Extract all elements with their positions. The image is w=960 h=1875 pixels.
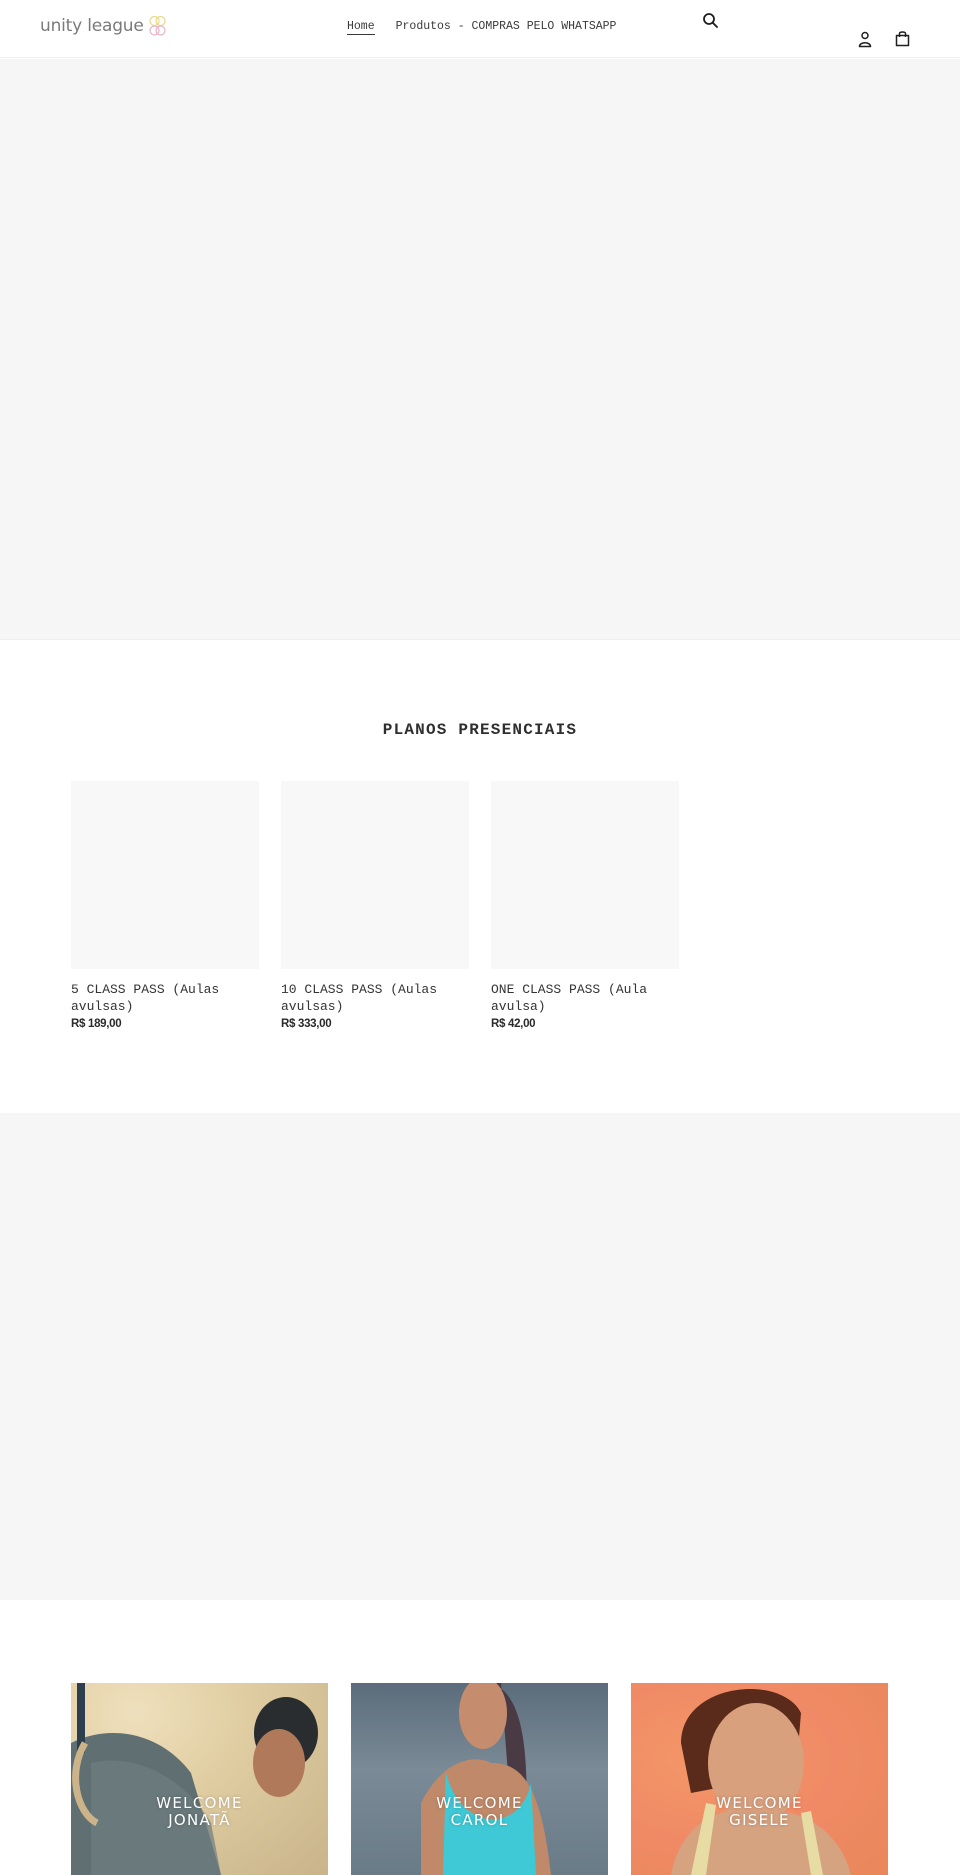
account-button[interactable] [857, 31, 873, 48]
product-card[interactable]: 10 CLASS PASS (Aulas avulsas) R$ 333,00 [281, 781, 469, 1030]
product-title: 10 CLASS PASS (Aulas avulsas) [281, 982, 438, 1014]
tile-caption: WELCOME JONATÃ [71, 1795, 328, 1829]
product-title: ONE CLASS PASS (Aula avulsa) [491, 982, 648, 1014]
product-image-placeholder [281, 781, 469, 969]
tile-caption-line2: CAROL [450, 1811, 509, 1829]
image-banner-placeholder [0, 1113, 960, 1600]
tile-illustration [351, 1683, 608, 1875]
nav-produtos-whatsapp[interactable]: Produtos - COMPRAS PELO WHATSAPP [396, 20, 617, 35]
tile-illustration [631, 1683, 888, 1875]
collection-title: PLANOS PRESENCIAIS [382, 721, 578, 739]
cart-icon [895, 31, 910, 47]
hero-slideshow-placeholder [0, 59, 960, 640]
product-card[interactable]: 5 CLASS PASS (Aulas avulsas) R$ 189,00 [71, 781, 259, 1030]
tile-caption-line2: JONATÃ [168, 1811, 231, 1829]
search-button[interactable] [702, 12, 720, 30]
tile-caption: WELCOME GISELE [631, 1795, 888, 1829]
tile-caption-line1: WELCOME [436, 1794, 523, 1812]
account-icon [858, 31, 872, 48]
search-icon [703, 13, 718, 28]
logo-text: unity league [40, 16, 144, 36]
tile-caption-line1: WELCOME [156, 1794, 243, 1812]
site-header: unity league Home Produtos - COMPRAS PEL… [0, 0, 960, 58]
product-card[interactable]: ONE CLASS PASS (Aula avulsa) R$ 42,00 [491, 781, 679, 1030]
product-price: R$ 42,00 [491, 1018, 536, 1030]
logo-rings-icon [149, 15, 166, 36]
gallery-tile-carol[interactable]: WELCOME CAROL [351, 1683, 608, 1875]
product-price: R$ 189,00 [71, 1018, 122, 1030]
product-image-placeholder [491, 781, 679, 969]
tile-caption: WELCOME CAROL [351, 1795, 608, 1829]
tile-caption-line2: GISELE [729, 1811, 790, 1829]
main-nav: Home Produtos - COMPRAS PELO WHATSAPP [347, 20, 616, 35]
product-title: 5 CLASS PASS (Aulas avulsas) [71, 982, 220, 1014]
tile-illustration [71, 1683, 328, 1875]
product-price: R$ 333,00 [281, 1018, 332, 1030]
product-image-placeholder [71, 781, 259, 969]
gallery-tile-gisele[interactable]: WELCOME GISELE [631, 1683, 888, 1875]
tile-caption-line1: WELCOME [716, 1794, 803, 1812]
gallery-tile-jonata[interactable]: WELCOME JONATÃ [71, 1683, 328, 1875]
nav-home[interactable]: Home [347, 20, 375, 35]
logo-link[interactable]: unity league [40, 15, 168, 37]
cart-button[interactable] [894, 30, 911, 47]
